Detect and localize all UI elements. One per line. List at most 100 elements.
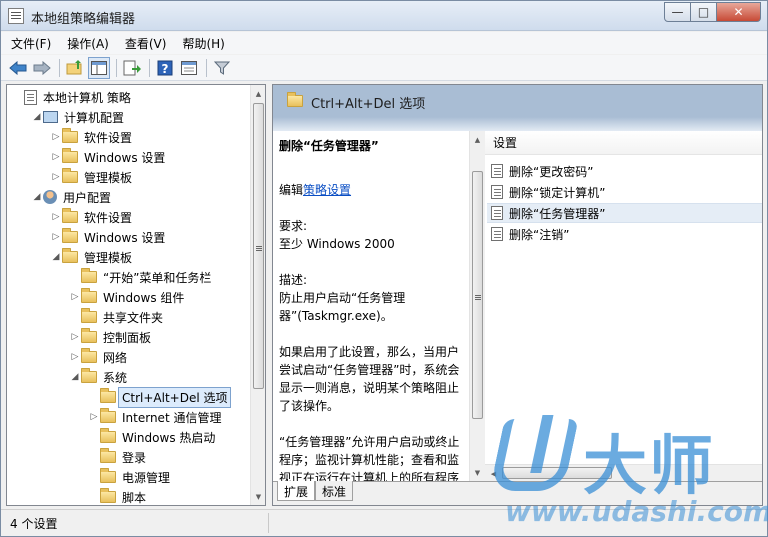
tree-item[interactable]: 登录 xyxy=(88,447,146,467)
tree-item-label: 系统 xyxy=(103,370,128,385)
setting-row[interactable]: 删除“任务管理器” xyxy=(487,203,762,223)
back-button[interactable] xyxy=(7,57,29,79)
up-folder-button[interactable] xyxy=(64,57,86,79)
title-bar[interactable]: 本地组策略编辑器 — □ ✕ xyxy=(1,1,767,31)
caption-buttons: — □ ✕ xyxy=(664,2,761,22)
tree-pane[interactable]: 本地计算机 策略 ◢ 计算机配置 ▷ 软件设置 ▷ Windows 设置 ▷ 管理模板 ◢ 用户配置… xyxy=(6,84,266,506)
tree-item[interactable]: ▷ Internet 通信管理 xyxy=(88,407,221,427)
tree-item[interactable]: ◢ 管理模板 xyxy=(50,247,132,267)
menu-file[interactable]: 文件(F) xyxy=(11,35,51,52)
folder-icon xyxy=(81,368,97,383)
edit-prefix: 编辑 xyxy=(279,183,304,197)
setting-row[interactable]: 删除“更改密码” xyxy=(487,161,762,181)
toolbar: ? xyxy=(1,55,767,81)
tree-item[interactable]: ▷ 网络 xyxy=(69,347,127,367)
filter-button[interactable] xyxy=(211,57,233,79)
tree-item[interactable]: 脚本 xyxy=(88,487,146,505)
tree-item-label: “开始”菜单和任务栏 xyxy=(103,270,212,285)
expand-arrow-icon[interactable]: ▷ xyxy=(50,152,62,162)
scroll-thumb[interactable] xyxy=(472,171,483,419)
tree-item[interactable]: “开始”菜单和任务栏 xyxy=(69,267,211,287)
expand-arrow-icon[interactable]: ▷ xyxy=(50,232,62,242)
scroll-up-arrow-icon[interactable]: ▲ xyxy=(251,85,265,102)
setting-label: 删除“锁定计算机” xyxy=(509,185,606,200)
tree-item[interactable]: 共享文件夹 xyxy=(69,307,163,327)
collapse-arrow-icon[interactable]: ◢ xyxy=(31,112,43,122)
setting-label: 删除“注销” xyxy=(509,227,570,242)
grip-icon xyxy=(474,294,481,296)
setting-label: 删除“更改密码” xyxy=(509,164,594,179)
description-scrollbar[interactable]: ▲ ▼ xyxy=(469,131,485,481)
setting-row[interactable]: 删除“注销” xyxy=(487,224,762,244)
toolbar-separator xyxy=(149,58,150,77)
collapse-arrow-icon[interactable]: ◢ xyxy=(69,372,81,382)
tree-item-label: 电源管理 xyxy=(122,470,171,485)
expand-arrow-icon[interactable]: ▷ xyxy=(69,292,81,302)
description-paragraph-1: 防止用户启动“任务管理器”(Taskmgr.exe)。 xyxy=(279,291,406,323)
expand-arrow-icon[interactable]: ▷ xyxy=(69,332,81,342)
folder-icon xyxy=(100,388,116,403)
folder-icon xyxy=(100,428,116,443)
tree-item[interactable]: ▷ 控制面板 xyxy=(69,327,151,347)
toolbar-separator xyxy=(116,58,117,77)
expand-arrow-icon[interactable]: ▷ xyxy=(88,412,100,422)
collapse-arrow-icon[interactable]: ◢ xyxy=(31,192,43,202)
expand-arrow-icon[interactable]: ▷ xyxy=(50,212,62,222)
show-hide-tree-button[interactable] xyxy=(88,56,110,79)
folder-icon xyxy=(287,92,303,107)
status-separator xyxy=(268,513,269,533)
tree-item[interactable]: ▷ Windows 设置 xyxy=(50,147,165,167)
tree-item[interactable]: 电源管理 xyxy=(88,467,170,487)
tree-item[interactable]: ◢ 系统 xyxy=(69,367,127,387)
collapse-arrow-icon[interactable]: ◢ xyxy=(50,252,62,262)
expand-arrow-icon[interactable]: ▷ xyxy=(50,132,62,142)
expand-arrow-icon[interactable]: ▷ xyxy=(69,352,81,362)
properties-button[interactable] xyxy=(178,57,200,79)
tree-item-label: 软件设置 xyxy=(84,130,133,145)
close-button[interactable]: ✕ xyxy=(717,2,761,22)
forward-icon xyxy=(33,60,51,75)
expand-arrow-icon[interactable]: ▷ xyxy=(50,172,62,182)
folder-icon xyxy=(81,348,97,363)
minimize-button[interactable]: — xyxy=(664,2,691,22)
tree-item[interactable]: ▷ 管理模板 xyxy=(50,167,132,187)
scroll-thumb[interactable] xyxy=(253,103,264,389)
maximize-button[interactable]: □ xyxy=(691,2,717,22)
tab-standard[interactable]: 标准 xyxy=(315,481,354,501)
scroll-left-arrow-icon[interactable]: ◀ xyxy=(485,465,502,482)
tree-item[interactable]: ▷ 软件设置 xyxy=(50,127,132,147)
menu-action[interactable]: 操作(A) xyxy=(67,35,109,52)
menu-view[interactable]: 查看(V) xyxy=(125,35,167,52)
tree-item[interactable]: Windows 热启动 xyxy=(88,427,215,447)
tab-extended[interactable]: 扩展 xyxy=(277,481,316,501)
tree-item[interactable]: ◢ 计算机配置 xyxy=(31,107,124,127)
help-button[interactable]: ? xyxy=(154,57,176,79)
setting-row[interactable]: 删除“锁定计算机” xyxy=(487,182,762,202)
tree-item[interactable]: ▷ Windows 设置 xyxy=(50,227,165,247)
scroll-up-arrow-icon[interactable]: ▲ xyxy=(470,131,485,148)
edit-policy-link[interactable]: 策略设置 xyxy=(303,183,351,197)
scroll-down-arrow-icon[interactable]: ▼ xyxy=(470,464,485,481)
window-title: 本地组策略编辑器 xyxy=(31,12,136,27)
tree-item-label: 管理模板 xyxy=(84,170,133,185)
tree-item[interactable]: 本地计算机 策略 xyxy=(12,87,131,107)
scroll-down-arrow-icon[interactable]: ▼ xyxy=(251,488,265,505)
tree-item-label: 共享文件夹 xyxy=(103,310,164,325)
tree-item[interactable]: ◢ 用户配置 xyxy=(31,187,111,207)
tree-scrollbar[interactable]: ▲ ▼ xyxy=(250,85,265,505)
scroll-thumb[interactable] xyxy=(502,467,612,479)
tree-item-label: Windows 组件 xyxy=(103,290,185,305)
tree-item[interactable]: ▷ 软件设置 xyxy=(50,207,132,227)
tree-item[interactable]: Ctrl+Alt+Del 选项 xyxy=(88,386,232,408)
policy-setting-icon xyxy=(491,227,503,241)
show-hide-tree-icon xyxy=(91,60,107,75)
settings-column-header[interactable]: 设置 xyxy=(485,131,762,155)
tree-item[interactable]: ▷ Windows 组件 xyxy=(69,287,184,307)
export-list-button[interactable] xyxy=(121,57,143,79)
tree-item-label: Windows 热启动 xyxy=(122,430,216,445)
menu-help[interactable]: 帮助(H) xyxy=(182,35,224,52)
policy-setting-icon xyxy=(491,206,503,220)
details-pane: Ctrl+Alt+Del 选项 删除“任务管理器” 编辑策略设置 要求: 至少 … xyxy=(272,84,763,506)
settings-hscrollbar[interactable]: ◀ xyxy=(485,464,762,482)
forward-button[interactable] xyxy=(31,57,53,79)
